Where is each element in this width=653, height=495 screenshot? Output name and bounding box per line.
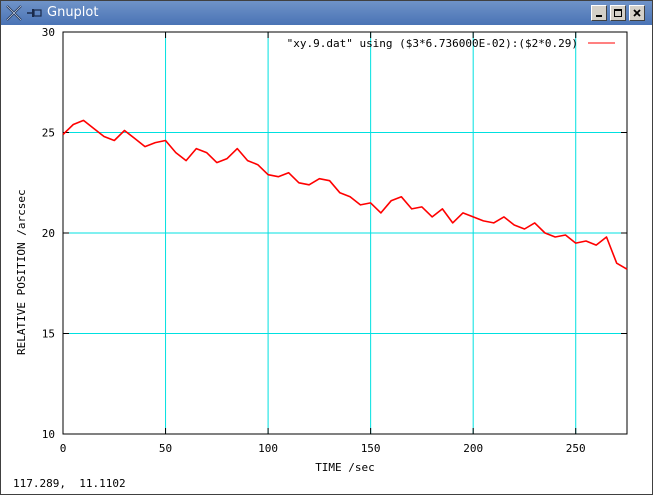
line-chart[interactable]: 0 50 100 150 200 250 10 15 20 25 30 "xy.9.dat" usi… (1, 25, 652, 476)
legend-label: "xy.9.dat" using ($3*6.736000E-02):($2*0… (287, 37, 578, 50)
x-tick-label: 0 (60, 442, 67, 455)
minimize-button[interactable] (591, 5, 607, 21)
x-tick-label: 50 (159, 442, 172, 455)
series-lines (62, 119, 628, 270)
status-bar: 117.289, 11.1102 (1, 476, 652, 494)
close-button[interactable] (629, 5, 645, 21)
x-tick-label: 200 (463, 442, 483, 455)
minimize-icon (596, 15, 602, 17)
pin-icon[interactable] (26, 6, 42, 20)
app-x-icon[interactable] (5, 4, 23, 22)
maximize-icon (614, 9, 622, 17)
cursor-coordinates: 117.289, 11.1102 (13, 477, 126, 490)
y-axis-label: RELATIVE POSITION /arcsec (15, 189, 28, 355)
x-axis-label: TIME /sec (315, 461, 375, 474)
axis-ticks: 0 50 100 150 200 250 10 15 20 25 30 (42, 26, 627, 455)
gnuplot-window: Gnuplot 0 50 100 150 200 250 10 15 20 25 30 "xy (0, 0, 653, 495)
x-tick-label: 250 (566, 442, 586, 455)
y-tick-label: 25 (42, 127, 55, 140)
legend: "xy.9.dat" using ($3*6.736000E-02):($2*0… (287, 37, 615, 50)
plot-area[interactable]: 0 50 100 150 200 250 10 15 20 25 30 "xy.9.dat" usi… (1, 25, 652, 476)
data-series-line (62, 119, 628, 270)
y-tick-label: 30 (42, 26, 55, 39)
maximize-button[interactable] (610, 5, 626, 21)
x-tick-label: 100 (258, 442, 278, 455)
title-bar[interactable]: Gnuplot (1, 1, 652, 25)
grid-lines (63, 32, 627, 434)
close-icon (633, 9, 641, 17)
window-title: Gnuplot (47, 5, 99, 20)
y-tick-label: 10 (42, 428, 55, 441)
x-tick-label: 150 (361, 442, 381, 455)
y-tick-label: 20 (42, 227, 55, 240)
y-tick-label: 15 (42, 328, 55, 341)
